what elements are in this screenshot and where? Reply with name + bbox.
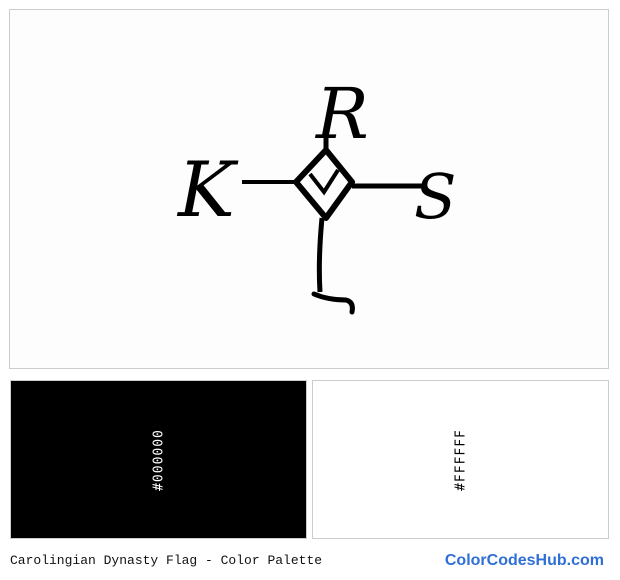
color-swatch-white[interactable]: #FFFFFF bbox=[312, 380, 609, 539]
monogram-letter-r: R bbox=[314, 73, 369, 155]
monogram-letter-k: K bbox=[176, 145, 239, 234]
palette-caption: Carolingian Dynasty Flag - Color Palette bbox=[10, 553, 323, 568]
color-swatch-black[interactable]: #000000 bbox=[10, 380, 307, 539]
swatch-hex-label: #000000 bbox=[151, 428, 166, 491]
monogram-inner-v bbox=[308, 168, 340, 196]
swatch-hex-label: #FFFFFF bbox=[453, 428, 468, 491]
monogram-center-diamond bbox=[293, 147, 355, 221]
monogram-bottom-serif bbox=[311, 291, 355, 315]
monogram-letter-s: S bbox=[414, 160, 456, 233]
brand-link[interactable]: ColorCodesHub.com bbox=[445, 552, 604, 570]
karolus-monogram: K R S bbox=[176, 73, 456, 315]
monogram-bottom-stem bbox=[316, 217, 325, 293]
flag-image: K R S bbox=[9, 9, 609, 369]
